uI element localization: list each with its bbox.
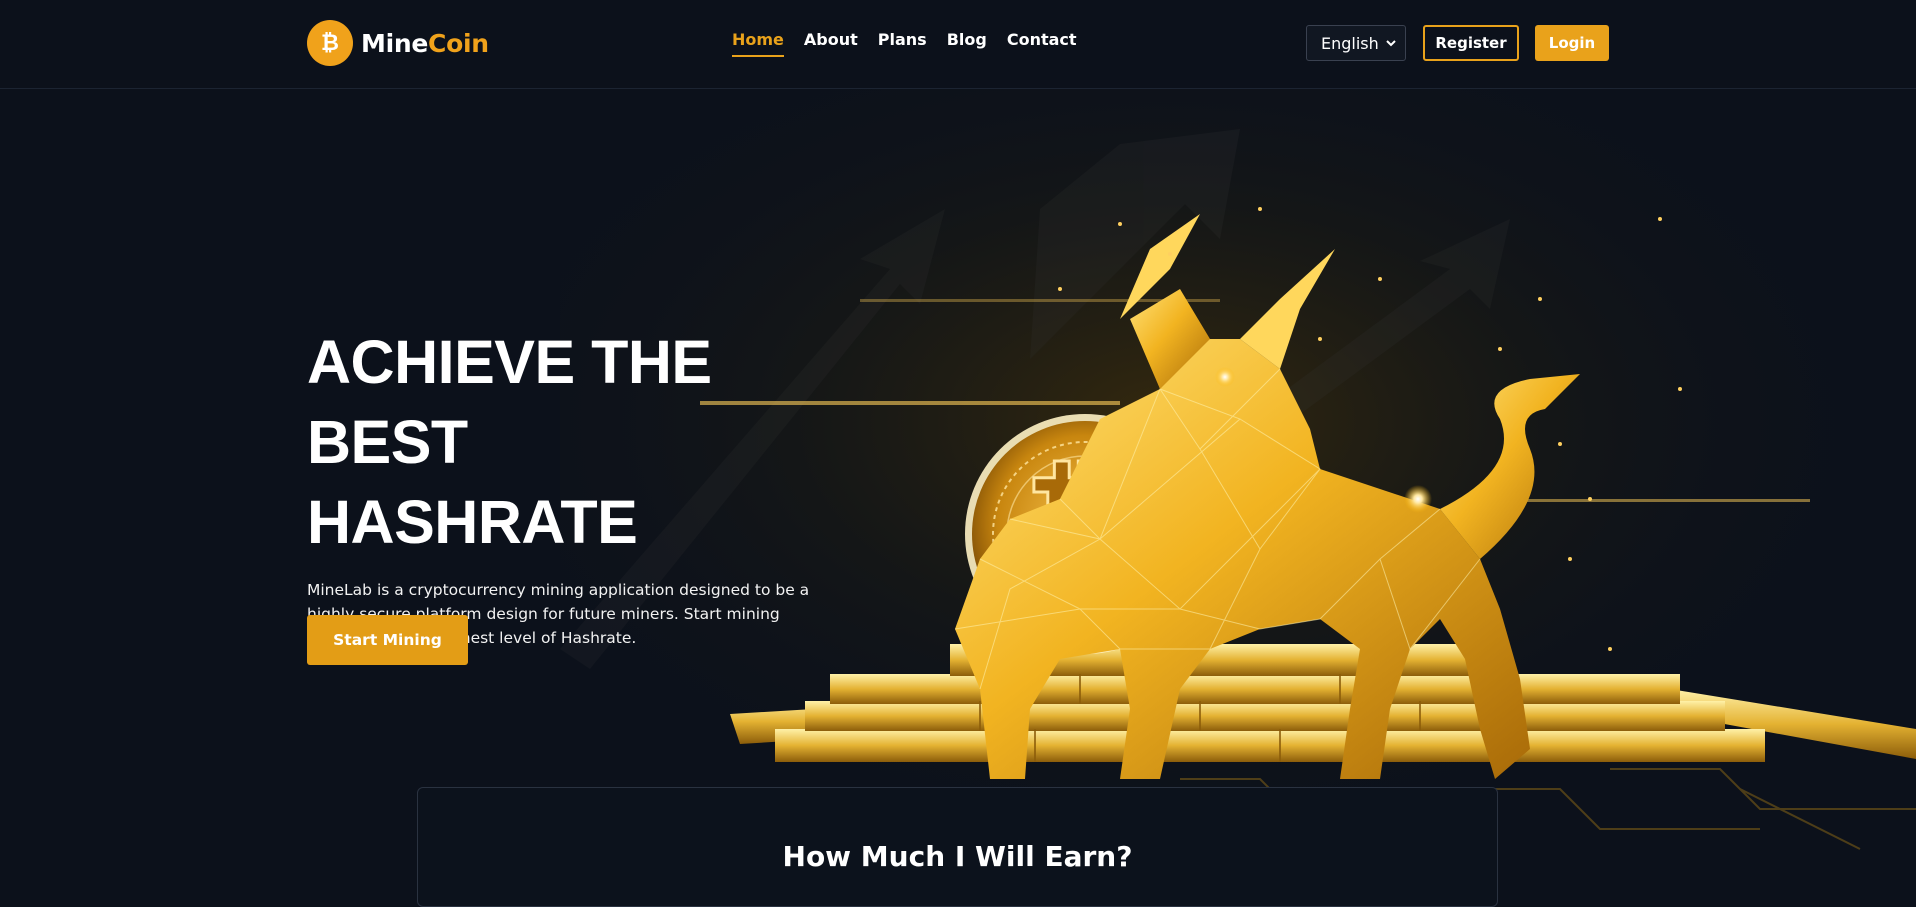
earnings-card: How Much I Will Earn? xyxy=(417,787,1498,907)
start-mining-button[interactable]: Start Mining xyxy=(307,615,468,665)
nav-blog[interactable]: Blog xyxy=(947,30,987,57)
nav-about[interactable]: About xyxy=(804,30,858,57)
hero-title-line2: HASHRATE xyxy=(307,488,638,556)
site-header: ₿ MineCoin Home About Plans Blog Contact… xyxy=(0,0,1916,89)
hero-title-line1: ACHIEVE THE BEST xyxy=(307,328,712,476)
language-value: English xyxy=(1321,33,1379,53)
chevron-down-icon xyxy=(1386,40,1396,47)
brand-logo[interactable]: ₿ MineCoin xyxy=(307,20,489,66)
language-select[interactable]: English xyxy=(1306,25,1406,61)
bitcoin-icon: ₿ xyxy=(307,20,353,66)
register-button[interactable]: Register xyxy=(1423,25,1519,61)
earnings-title: How Much I Will Earn? xyxy=(782,840,1133,873)
login-button[interactable]: Login xyxy=(1535,25,1609,61)
nav-plans[interactable]: Plans xyxy=(878,30,927,57)
main-nav: Home About Plans Blog Contact xyxy=(732,30,1077,57)
brand-name: MineCoin xyxy=(361,28,489,58)
nav-contact[interactable]: Contact xyxy=(1007,30,1077,57)
hero-title: ACHIEVE THE BEST HASHRATE xyxy=(307,322,867,562)
svg-text:₿: ₿ xyxy=(321,31,339,56)
nav-home[interactable]: Home xyxy=(732,30,784,57)
hero-content: ACHIEVE THE BEST HASHRATE MineLab is a c… xyxy=(307,322,867,650)
